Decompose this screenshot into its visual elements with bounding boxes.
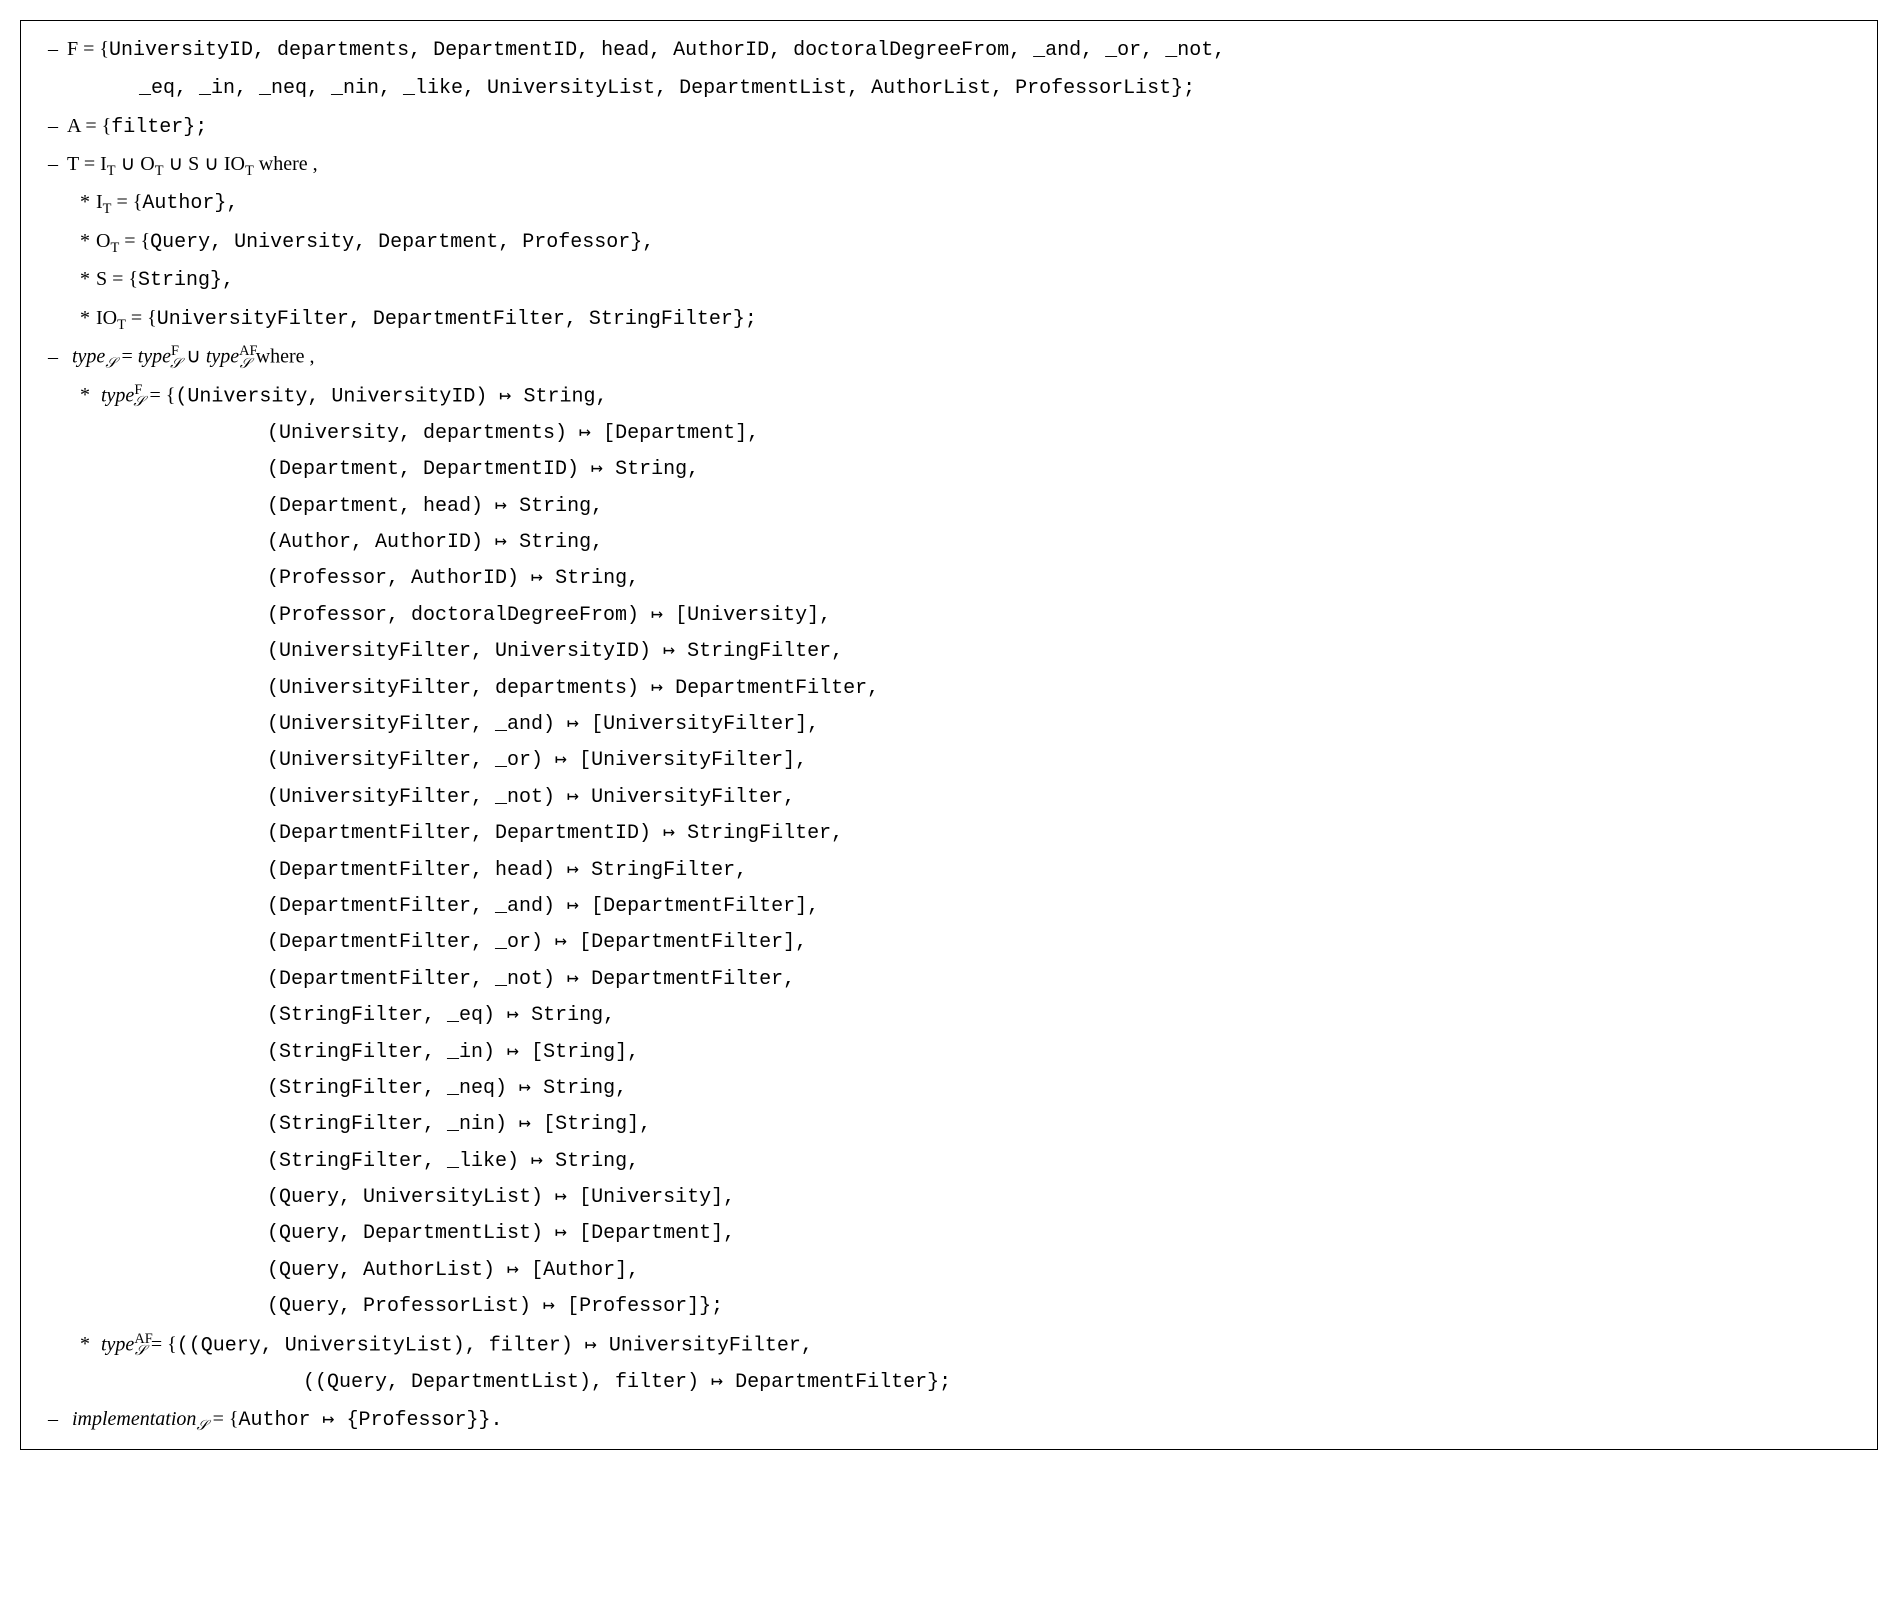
impl-sub: 𝒮 xyxy=(196,1418,207,1434)
type-sub-3: 𝒮 xyxy=(240,356,251,372)
definition-box: –F = {UniversityID, departments, Departm… xyxy=(20,20,1878,1450)
type-word-1: type xyxy=(72,346,105,368)
A-content: filter}; xyxy=(111,116,207,139)
line-typeS: – type𝒮 = typeF𝒮 ∪ typeAF𝒮 where , xyxy=(39,338,1859,377)
line-OT: *OT = {Query, University, Department, Pr… xyxy=(39,223,1859,261)
line-F: –F = {UniversityID, departments, Departm… xyxy=(39,31,1859,69)
line-A: –A = {filter}; xyxy=(39,108,1859,146)
type-word-3: type xyxy=(206,346,239,368)
typeF-15: (DepartmentFilter, _or) ↦ [DepartmentFil… xyxy=(39,925,1859,961)
typeF-12: (DepartmentFilter, DepartmentID) ↦ Strin… xyxy=(39,816,1859,852)
line-implementation: – implementation𝒮 = {Author ↦ {Professor… xyxy=(39,1401,1859,1439)
typeF-0: (University, UniversityID) ↦ String, xyxy=(175,385,607,408)
OT-sub: T xyxy=(110,240,119,256)
T-part2: ∪ O xyxy=(116,153,155,175)
typeAF-1: ((Query, DepartmentList), filter) ↦ Depa… xyxy=(39,1365,1859,1401)
typeF-5: (Professor, AuthorID) ↦ String, xyxy=(39,561,1859,597)
typeF-7: (UniversityFilter, UniversityID) ↦ Strin… xyxy=(39,634,1859,670)
impl-word: implementation xyxy=(72,1408,196,1430)
IT-content: Author}, xyxy=(142,192,238,215)
impl-content: Author ↦ {Professor}}. xyxy=(238,1409,502,1432)
type-eq: = xyxy=(116,346,137,368)
sub-T-3: T xyxy=(245,163,254,179)
typeAF-eq: = { xyxy=(146,1333,177,1355)
OT-O: O xyxy=(96,230,110,252)
typeAF-0: ((Query, UniversityList), filter) ↦ Univ… xyxy=(177,1334,813,1357)
line-IOT: *IOT = {UniversityFilter, DepartmentFilt… xyxy=(39,300,1859,338)
typeF-11: (UniversityFilter, _not) ↦ UniversityFil… xyxy=(39,780,1859,816)
F-content-2: _eq, _in, _neq, _nin, _like, UniversityL… xyxy=(139,77,1195,100)
line-typeAF-head: * typeAF𝒮 = {((Query, UniversityList), f… xyxy=(39,1326,1859,1365)
T-where: where , xyxy=(254,153,318,175)
type-sub-1: 𝒮 xyxy=(105,356,116,372)
T-part1: T = I xyxy=(67,153,107,175)
typeF-19: (StringFilter, _neq) ↦ String, xyxy=(39,1071,1859,1107)
typeF-24: (Query, AuthorList) ↦ [Author], xyxy=(39,1253,1859,1289)
OT-eq: = { xyxy=(119,230,150,252)
typeF-3: (Department, head) ↦ String, xyxy=(39,489,1859,525)
typeF-22: (Query, UniversityList) ↦ [University], xyxy=(39,1180,1859,1216)
type-union: ∪ xyxy=(181,346,206,368)
typeAF-word: type xyxy=(101,1333,134,1355)
impl-eq: = { xyxy=(208,1408,239,1430)
typeF-eq: = { xyxy=(144,384,175,406)
line-F-cont: _eq, _in, _neq, _nin, _like, UniversityL… xyxy=(39,69,1859,107)
typeAF-sub: 𝒮 xyxy=(135,1343,146,1359)
line-IT: *IT = {Author}, xyxy=(39,184,1859,222)
typeF-word: type xyxy=(101,384,134,406)
IOT-sub: T xyxy=(117,317,126,333)
typeF-9: (UniversityFilter, _and) ↦ [UniversityFi… xyxy=(39,707,1859,743)
A-equals: A = { xyxy=(67,115,111,137)
typeF-25: (Query, ProfessorList) ↦ [Professor]}; xyxy=(39,1289,1859,1325)
F-equals: F = { xyxy=(67,38,109,60)
typeF-6: (Professor, doctoralDegreeFrom) ↦ [Unive… xyxy=(39,598,1859,634)
F-content-1: UniversityID, departments, DepartmentID,… xyxy=(109,39,1225,62)
typeF-1: (University, departments) ↦ [Department]… xyxy=(39,416,1859,452)
type-word-2: type xyxy=(138,346,171,368)
typeF-21: (StringFilter, _like) ↦ String, xyxy=(39,1144,1859,1180)
typeF-2: (Department, DepartmentID) ↦ String, xyxy=(39,452,1859,488)
typeF-17: (StringFilter, _eq) ↦ String, xyxy=(39,998,1859,1034)
IT-I: I xyxy=(96,191,103,213)
typeF-23: (Query, DepartmentList) ↦ [Department], xyxy=(39,1216,1859,1252)
IOT-eq: = { xyxy=(126,307,157,329)
type-sub-2: 𝒮 xyxy=(170,356,181,372)
IOT-content: UniversityFilter, DepartmentFilter, Stri… xyxy=(157,308,757,331)
sub-T-1: T xyxy=(107,163,116,179)
OT-content: Query, University, Department, Professor… xyxy=(150,231,654,254)
IT-eq: = { xyxy=(111,191,142,213)
typeF-13: (DepartmentFilter, head) ↦ StringFilter, xyxy=(39,853,1859,889)
typeF-16: (DepartmentFilter, _not) ↦ DepartmentFil… xyxy=(39,962,1859,998)
typeF-4: (Author, AuthorID) ↦ String, xyxy=(39,525,1859,561)
typeF-20: (StringFilter, _nin) ↦ [String], xyxy=(39,1107,1859,1143)
typeF-10: (UniversityFilter, _or) ↦ [UniversityFil… xyxy=(39,743,1859,779)
T-part3: ∪ S ∪ IO xyxy=(163,153,245,175)
line-typeF-head: * typeF𝒮 = {(University, UniversityID) ↦… xyxy=(39,377,1859,416)
line-S: *S = {String}, xyxy=(39,261,1859,299)
typeF-14: (DepartmentFilter, _and) ↦ [DepartmentFi… xyxy=(39,889,1859,925)
typeF-sub: 𝒮 xyxy=(133,394,144,410)
line-T: –T = IT ∪ OT ∪ S ∪ IOT where , xyxy=(39,146,1859,184)
IOT-IO: IO xyxy=(96,307,117,329)
typeF-18: (StringFilter, _in) ↦ [String], xyxy=(39,1035,1859,1071)
type-where: where , xyxy=(251,346,315,368)
S-content: String}, xyxy=(138,269,234,292)
S-eq: S = { xyxy=(96,268,138,290)
typeF-8: (UniversityFilter, departments) ↦ Depart… xyxy=(39,671,1859,707)
